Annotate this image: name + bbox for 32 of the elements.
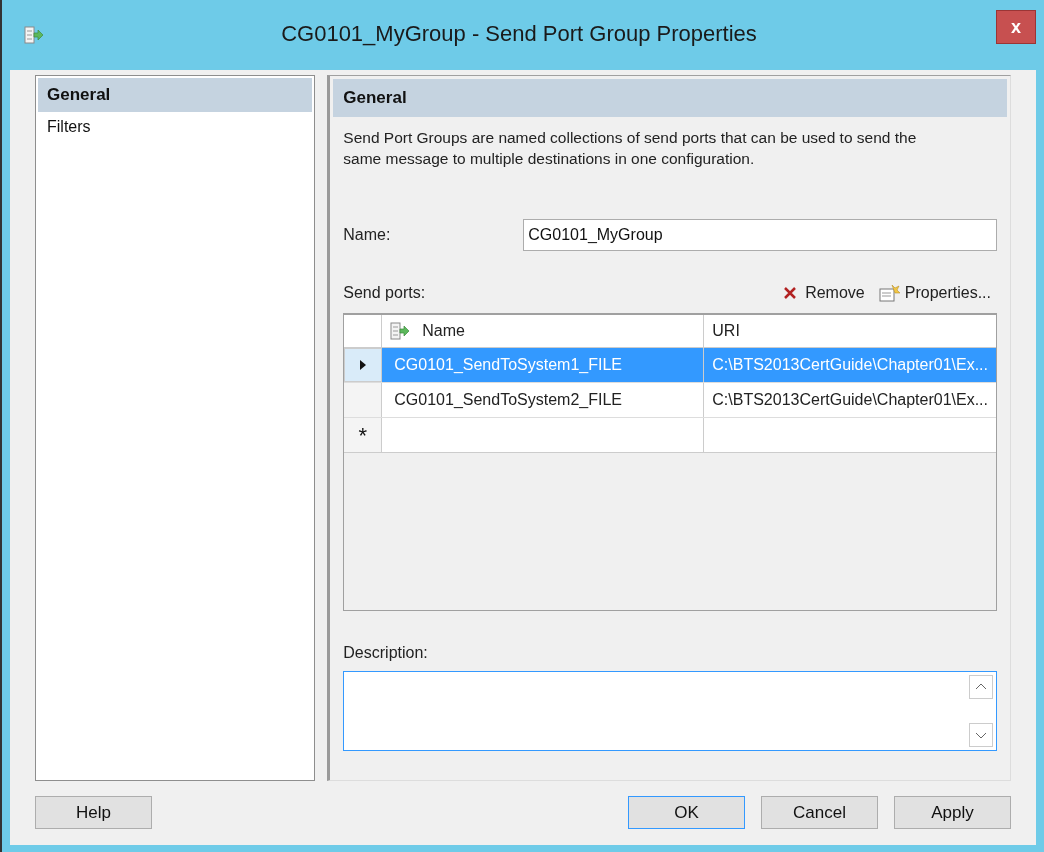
app-icon xyxy=(24,26,44,44)
close-button[interactable]: x xyxy=(996,10,1036,44)
send-ports-label: Send ports: xyxy=(343,283,427,303)
new-row-marker: * xyxy=(344,418,383,452)
table-cell-text: C:\BTS2013CertGuide\Chapter01\Ex... xyxy=(711,390,989,410)
description-field[interactable] xyxy=(343,671,997,751)
scroll-down-icon[interactable] xyxy=(969,723,993,747)
port-icon xyxy=(390,322,411,340)
scroll-up-icon[interactable] xyxy=(969,675,993,699)
table-row[interactable]: CG0101_SendToSystem2_FILE C:\BTS2013CertGuide\Chapter01\Ex... xyxy=(344,383,996,418)
name-label: Name: xyxy=(343,225,392,245)
column-header[interactable]: Name xyxy=(382,315,705,347)
dialog-button[interactable]: Apply xyxy=(894,796,1011,829)
window-title: CG0101_MyGroup - Send Port Group Properties xyxy=(280,19,758,48)
properties-icon xyxy=(878,284,901,302)
dialog-button[interactable]: Help xyxy=(35,796,152,829)
remove-button[interactable]: Remove xyxy=(783,281,865,305)
dialog-button[interactable]: Cancel xyxy=(761,796,878,829)
column-header[interactable]: URI xyxy=(704,315,996,347)
sidebar-item[interactable]: Filters xyxy=(38,112,313,142)
table-cell: CG0101_SendToSystem1_FILE xyxy=(382,348,705,382)
description-label: Description: xyxy=(343,643,429,663)
sidebar-item[interactable]: General xyxy=(38,78,313,112)
description-text: Send Port Groups are named collections of send ports that can be used to send the same message to multiple destinations in one configuration. xyxy=(343,128,918,169)
x-icon xyxy=(783,286,798,300)
table-cell: CG0101_SendToSystem2_FILE xyxy=(382,383,705,417)
dialog-button[interactable]: OK xyxy=(628,796,745,829)
current-row-icon xyxy=(359,359,368,371)
panel-heading: General xyxy=(333,79,1007,117)
name-field[interactable]: CG0101_MyGroup xyxy=(523,219,997,251)
properties-button[interactable]: Properties... xyxy=(878,281,991,305)
table-cell-text: C:\BTS2013CertGuide\Chapter01\Ex... xyxy=(711,355,989,375)
